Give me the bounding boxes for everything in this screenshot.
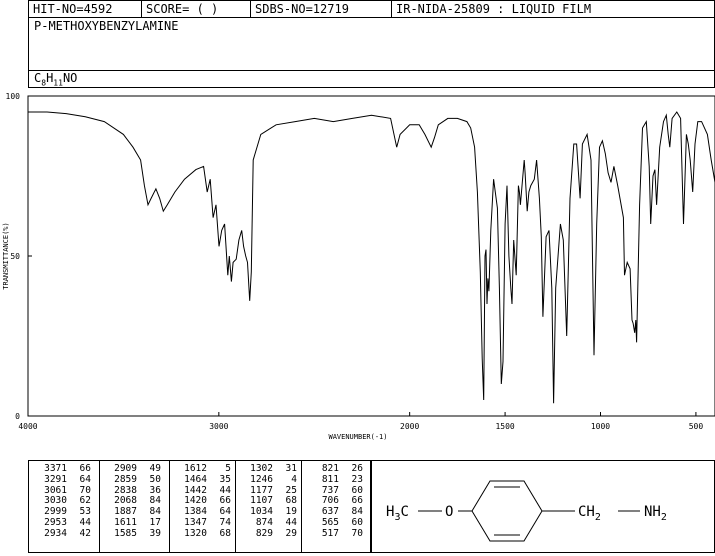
- y-tick-label: 100: [6, 92, 21, 101]
- column-divider: [235, 461, 236, 552]
- peak-wavenumber: 3291: [44, 473, 67, 485]
- x-axis-label: WAVENUMBER(-1): [328, 433, 387, 441]
- peak-wavenumber: 2934: [44, 527, 67, 539]
- peak-transmittance: 50: [149, 473, 161, 485]
- peak-row: 1464 35: [177, 473, 231, 486]
- score-field: SCORE= ( ): [141, 0, 251, 18]
- peak-column: 1302 31 1246 4 1177 25 1107 68 1034 19 874 44 829 29: [243, 463, 297, 540]
- methyl-group: H3C: [386, 504, 409, 523]
- spectrum-line: [28, 111, 715, 404]
- peak-row: 2859 50: [107, 473, 161, 486]
- column-divider: [99, 461, 100, 552]
- y-tick-label: 50: [10, 252, 20, 261]
- x-tick-label: 4000: [18, 422, 37, 431]
- column-divider: [301, 461, 302, 552]
- amine-group: NH2: [644, 504, 667, 523]
- peak-column: 1612 5 1464 35 1442 44 1420 66 1384 64 1347 74 1320 6…: [177, 463, 231, 540]
- peak-row: 1585 39: [107, 527, 161, 540]
- ir-spectrum-chart: 4000 3000 2000 1500 1000 500 0 50 100 WAVENUMBE…: [2, 92, 715, 441]
- peak-wavenumber: 829: [255, 527, 273, 539]
- peak-row: 517 70: [309, 527, 363, 540]
- peak-transmittance: 23: [351, 473, 363, 485]
- peak-row: 1246 4: [243, 473, 297, 486]
- peak-wavenumber: 1464: [184, 473, 207, 485]
- peak-table: 3371 66 3291 64 3061 70 3030 62 2999 53 2953 44 2934…: [28, 460, 371, 553]
- x-tick-label: 1000: [591, 422, 610, 431]
- column-divider: [169, 461, 170, 552]
- peak-wavenumber: 811: [321, 473, 339, 485]
- peak-row: 1320 68: [177, 527, 231, 540]
- molecular-formula: C8H11NO: [34, 71, 78, 88]
- peak-transmittance: 42: [79, 527, 91, 539]
- y-tick-label: 0: [15, 412, 20, 421]
- peak-column: 2909 49 2859 50 2838 36 2068 84 1887 84 1611 17 1585…: [107, 463, 161, 540]
- peak-row: 2934 42: [37, 527, 91, 540]
- ir-measurement-info: IR-NIDA-25809 : LIQUID FILM: [391, 0, 715, 18]
- peak-transmittance: 64: [79, 473, 91, 485]
- formula-box: [28, 70, 715, 88]
- y-axis-label: TRANSMITTANCE(%): [2, 222, 10, 289]
- oxygen-atom: O: [445, 504, 453, 520]
- peak-transmittance: 68: [219, 527, 231, 539]
- x-tick-label: 3000: [209, 422, 228, 431]
- peak-row: 811 23: [309, 473, 363, 486]
- peak-row: 829 29: [243, 527, 297, 540]
- compound-name: P-METHOXYBENZYLAMINE: [34, 19, 179, 33]
- peak-transmittance: 39: [149, 527, 161, 539]
- peak-wavenumber: 1585: [114, 527, 137, 539]
- sdbs-number: SDBS-NO=12719: [250, 0, 392, 18]
- peak-transmittance: 35: [219, 473, 231, 485]
- x-tick-label: 500: [689, 422, 704, 431]
- peak-column: 821 26 811 23 737 60 706 66 637 84 565 60 517 70: [309, 463, 363, 540]
- peak-row: 3291 64: [37, 473, 91, 486]
- x-tick-label: 2000: [400, 422, 419, 431]
- x-tick-label: 1500: [495, 422, 514, 431]
- peak-wavenumber: 517: [321, 527, 339, 539]
- peak-transmittance: 70: [351, 527, 363, 539]
- methylene-group: CH2: [578, 504, 601, 523]
- peak-transmittance: 4: [291, 473, 297, 485]
- molecular-structure: H3C O CH2 NH2: [386, 480, 667, 542]
- peak-wavenumber: 1246: [250, 473, 273, 485]
- peak-wavenumber: 1320: [184, 527, 207, 539]
- benzene-ring: [471, 480, 543, 542]
- peak-transmittance: 29: [285, 527, 297, 539]
- peak-wavenumber: 2859: [114, 473, 137, 485]
- hit-number: HIT-NO=4592: [28, 0, 142, 18]
- structure-panel: H3C O CH2 NH2: [371, 460, 715, 553]
- peak-column: 3371 66 3291 64 3061 70 3030 62 2999 53 2953 44 2934…: [37, 463, 91, 540]
